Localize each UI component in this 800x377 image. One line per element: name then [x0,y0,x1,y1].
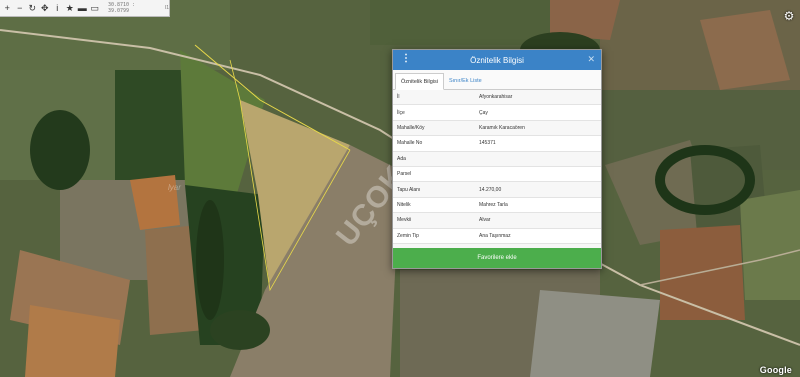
tab-boundary-list[interactable]: Sınır/Ek Liste [444,73,487,89]
row-key: Mevkii [397,217,412,224]
table-row: Nitelik Mahrez Tarla [393,198,601,214]
table-row: Mahalle/Köy Karamık Karacaören [393,120,601,137]
row-key: Nitelik [397,201,411,208]
plus-icon[interactable]: + [2,1,13,15]
row-value: Karamık Karacaören [479,124,525,131]
table-row: Zemin Tip Ana Taşınmaz [393,229,601,244]
row-value: Ana Taşınmaz [479,232,511,239]
row-value: 14.270,00 [479,186,502,193]
row-key: Ada [397,155,406,162]
print-icon[interactable]: ▭ [90,1,101,15]
table-row: Ada [393,151,601,167]
tab-attributes[interactable]: Öznitelik Bilgisi [395,73,444,90]
row-value: Mahrez Tarla [479,201,508,208]
row-value: Çay [479,109,488,116]
attribute-table: İl Afyonkarahisar İlçe Çay Mahalle/Köy Kara… [393,90,601,260]
table-row: İl Afyonkarahisar [393,90,601,106]
panel-title: Öznitelik Bilgisi [470,55,524,65]
table-row: İlçe Çay [393,105,601,121]
menu-icon[interactable]: ⋮ [401,53,411,64]
map-toolbar: + − ↻ ✥ i ★ ▬ ▭ 30.8710 : 39.0799 I1 [0,0,170,17]
table-row: Parsel [393,167,601,183]
table-row: Tapu Alanı 14.270,00 [393,182,601,198]
crosshair-icon[interactable]: ✥ [40,1,51,15]
google-logo: Google [759,365,792,375]
close-icon[interactable]: ✕ [587,54,595,65]
row-key: Mahalle No [397,140,423,147]
add-favorite-button[interactable]: Favorilere ekle [393,248,601,268]
panel-tabs: Öznitelik Bilgisi Sınır/Ek Liste [393,70,601,90]
attribute-panel: ⋮ Öznitelik Bilgisi ✕ Öznitelik Bilgisi … [392,49,602,269]
row-value: Afyonkarahisar [479,94,513,101]
gear-icon[interactable]: ⚙ [782,9,796,23]
star-icon[interactable]: ★ [65,1,76,15]
row-key: Parsel [397,171,412,178]
refresh-icon[interactable]: ↻ [27,1,38,15]
row-key: İl [397,94,400,101]
row-key: İlçe [397,109,405,116]
row-key: Tapu Alanı [397,186,421,193]
table-row: Mevkii Alvar [393,213,601,229]
minus-icon[interactable]: − [15,1,26,15]
ruler-icon[interactable]: ▬ [77,1,88,15]
row-value: Alvar [479,217,491,224]
coordinate-extra: I1 [164,5,170,11]
info-icon[interactable]: i [52,1,63,15]
panel-header: ⋮ Öznitelik Bilgisi ✕ [393,50,601,70]
row-key: Mahalle/Köy [397,124,425,131]
row-key: Zemin Tip [397,232,419,239]
table-row: Mahalle No 145371 [393,136,601,152]
row-value: 145371 [479,140,496,147]
place-label: lyar [168,183,181,192]
coordinate-readout: 30.8710 : 39.0799 [108,2,136,14]
